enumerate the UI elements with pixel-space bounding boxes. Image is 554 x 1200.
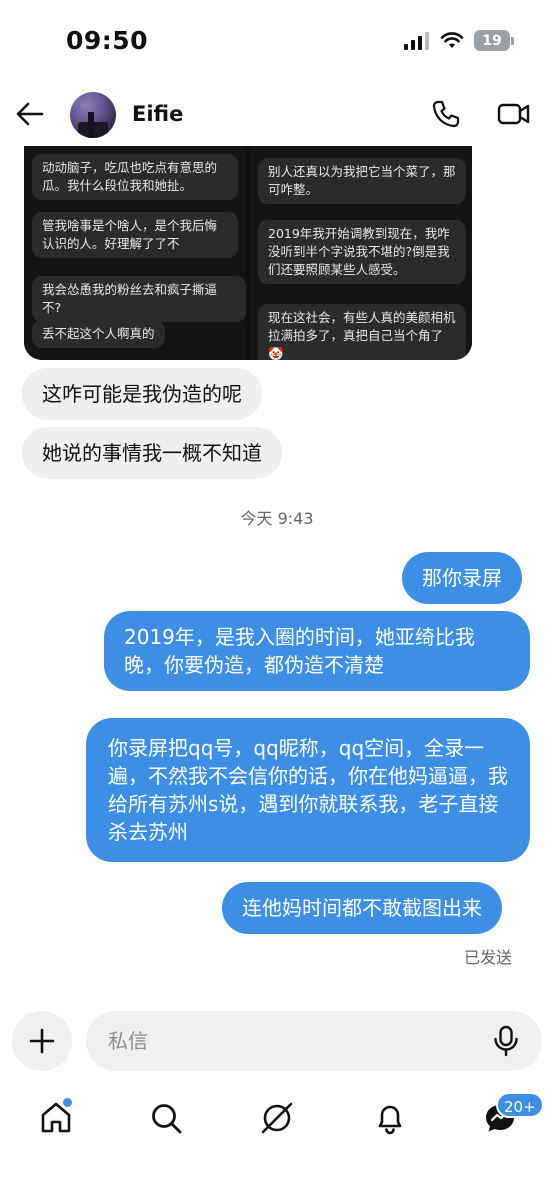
outgoing-message[interactable]: 连他妈时间都不敢截图出来 [222,882,502,934]
sent-status: 已发送 [463,948,512,967]
battery-indicator: 19 [474,30,514,51]
video-camera-icon[interactable] [496,98,532,130]
incoming-message[interactable]: 这咋可能是我伪造的呢 [22,368,262,420]
screenshot-right-panel: 别人还真以为我把它当个菜了，那可咋整。 2019年我开始调教到现在，我咋没听到半… [250,146,472,360]
status-time: 09:50 [66,26,149,55]
arrow-left-icon[interactable] [14,98,46,130]
wifi-icon [440,31,464,48]
add-attachment-button[interactable] [12,1011,72,1071]
screenshot-bubble: 丢不起这个人啊真的 [32,320,165,348]
status-icons: 19 [404,30,514,51]
status-bar: 09:50 19 [0,0,554,84]
screenshot-left-panel: 动动脑子，吃瓜也吃点有意思的瓜。我什么段位我和她扯。 管我啥事是个啥人，是个我后… [24,146,246,360]
bell-icon[interactable] [372,1100,408,1136]
screenshot-bubble: 2019年我开始调教到现在，我咋没听到半个字说我不堪的?倒是我们还要照顾某些人感… [258,220,466,284]
phone-icon[interactable] [430,98,462,130]
outgoing-message[interactable]: 你录屏把qq号，qq昵称，qq空间，全录一遍，不然我不会信你的话，你在他妈逼逼，… [86,718,530,862]
contact-name[interactable]: Eifie [132,102,183,126]
screenshot-bubble: 管我啥事是个啥人，是个我后悔认识的人。好理解了了不 [32,212,238,258]
screenshot-bubble: 动动脑子，吃瓜也吃点有意思的瓜。我什么段位我和她扯。 [32,154,238,200]
signal-icon [404,31,429,50]
screenshot-bubble: 我会怂恿我的粉丝去和疯子撕逼不? [32,276,246,322]
avatar[interactable] [70,92,116,138]
chat-header: Eifie [0,84,554,146]
message-composer [86,1011,542,1071]
screenshot-bubble: 别人还真以为我把它当个菜了，那可咋整。 [258,158,466,204]
outgoing-message[interactable]: 那你录屏 [402,552,522,604]
incoming-message[interactable]: 她说的事情我一概不知道 [22,427,282,479]
outgoing-message[interactable]: 2019年，是我入圈的时间，她亚绮比我晚，你要伪造，都伪造不清楚 [104,611,530,691]
bottom-tab-bar: 20+ [0,1090,554,1146]
messages-unread-badge: 20+ [496,1092,544,1118]
shared-screenshot-image[interactable]: 动动脑子，吃瓜也吃点有意思的瓜。我什么段位我和她扯。 管我啥事是个啥人，是个我后… [24,146,472,360]
compass-icon[interactable] [259,1100,295,1136]
home-unread-dot [63,1098,72,1107]
microphone-icon[interactable] [492,1025,520,1057]
battery-level: 19 [474,30,510,51]
plus-icon [29,1028,55,1054]
message-input[interactable] [108,1025,468,1057]
chat-timestamp: 今天 9:43 [240,509,314,528]
screenshot-bubble: 现在这社会，有些人真的美颜相机拉满拍多了，真把自己当个角了🤡 [258,304,466,360]
search-icon[interactable] [148,1100,184,1136]
